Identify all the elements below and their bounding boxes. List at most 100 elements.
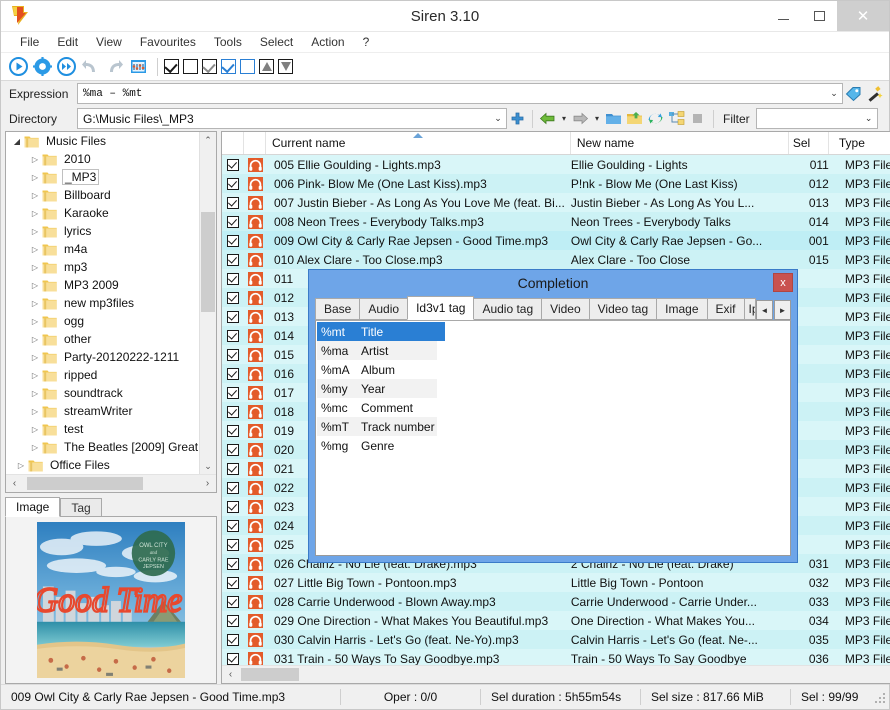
row-checkbox[interactable] <box>222 158 244 171</box>
dialog-tab-video[interactable]: Video <box>541 298 590 320</box>
chevron-down-icon[interactable]: ◢ <box>10 137 24 146</box>
tree-node-the-beatles[interactable]: ▷ The Beatles [2009] Great <box>6 438 216 456</box>
file-list-hscroll-thumb[interactable] <box>241 668 299 681</box>
row-checkbox[interactable] <box>222 310 244 323</box>
file-list-hscroll-track[interactable] <box>239 667 890 682</box>
table-row[interactable]: 009 Owl City & Carly Rae Jepsen - Good T… <box>222 231 890 250</box>
chevron-right-icon[interactable]: ▷ <box>28 191 42 200</box>
row-checkbox[interactable] <box>222 386 244 399</box>
chevron-right-icon[interactable]: ▷ <box>28 335 42 344</box>
tree-node-ripped[interactable]: ▷ ripped <box>6 366 216 384</box>
chevron-right-icon[interactable]: ▷ <box>28 281 42 290</box>
back-dropdown-icon[interactable]: ▾ <box>559 109 569 128</box>
menu-favourites[interactable]: Favourites <box>131 33 205 51</box>
row-checkbox[interactable] <box>222 538 244 551</box>
parent-folder-icon[interactable] <box>625 109 644 128</box>
chevron-right-icon[interactable]: ▷ <box>14 461 28 470</box>
filter-dropdown-arrow[interactable]: ⌄ <box>861 113 877 124</box>
chevron-right-icon[interactable]: ▷ <box>28 173 42 182</box>
check-selected-icon[interactable] <box>221 59 236 74</box>
row-checkbox[interactable] <box>222 576 244 589</box>
row-checkbox[interactable] <box>222 291 244 304</box>
chevron-right-icon[interactable]: ▷ <box>28 155 42 164</box>
row-checkbox[interactable] <box>222 500 244 513</box>
refresh-icon[interactable] <box>646 109 665 128</box>
tree-node-test[interactable]: ▷ test <box>6 420 216 438</box>
menu-select[interactable]: Select <box>251 33 302 51</box>
magic-wand-icon[interactable] <box>865 84 884 103</box>
directory-input[interactable]: G:\Music Files\_MP3 ⌄ <box>77 108 507 129</box>
header-new-name[interactable]: New name <box>571 132 789 154</box>
table-row[interactable]: 006 Pink- Blow Me (One Last Kiss).mp3 P!n… <box>222 174 890 193</box>
table-row[interactable]: 027 Little Big Town - Pontoon.mp3 Little … <box>222 573 890 592</box>
fast-forward-icon[interactable] <box>55 56 77 78</box>
header-icon-column[interactable] <box>244 132 266 154</box>
chevron-right-icon[interactable]: ▷ <box>28 245 42 254</box>
menu-view[interactable]: View <box>87 33 131 51</box>
header-current-name[interactable]: Current name <box>266 132 571 154</box>
dialog-tab-next-icon[interactable]: ► <box>774 300 791 320</box>
invert-selection-icon[interactable] <box>202 59 217 74</box>
directory-dropdown-arrow[interactable]: ⌄ <box>490 113 506 124</box>
select-all-icon[interactable] <box>164 59 179 74</box>
row-checkbox[interactable] <box>222 329 244 342</box>
tree-node-other[interactable]: ▷ other <box>6 330 216 348</box>
tag-icon[interactable] <box>844 84 863 103</box>
expression-dropdown-arrow[interactable]: ⌄ <box>826 88 842 99</box>
forward-icon[interactable] <box>571 109 590 128</box>
row-checkbox[interactable] <box>222 462 244 475</box>
tree-node-karaoke[interactable]: ▷ Karaoke <box>6 204 216 222</box>
move-down-icon[interactable] <box>278 59 293 74</box>
tree-node-soundtrack[interactable]: ▷ soundtrack <box>6 384 216 402</box>
completion-item-album[interactable]: %mA Album <box>317 360 437 379</box>
chevron-right-icon[interactable]: ▷ <box>28 407 42 416</box>
tree-node-mp3[interactable]: ▷ mp3 <box>6 258 216 276</box>
run-icon[interactable] <box>7 56 29 78</box>
dialog-tab-audio[interactable]: Audio <box>359 298 409 320</box>
tree-horizontal-scrollbar[interactable]: ‹ › <box>6 474 216 492</box>
tree-node-lyrics[interactable]: ▷ lyrics <box>6 222 216 240</box>
tab-tag[interactable]: Tag <box>60 498 102 517</box>
file-list-hscroll-left-button[interactable]: ‹ <box>222 669 239 680</box>
completion-item-year[interactable]: %my Year <box>317 379 437 398</box>
maximize-button[interactable] <box>801 1 837 31</box>
tree-hscroll-left-button[interactable]: ‹ <box>6 478 23 489</box>
row-checkbox[interactable] <box>222 253 244 266</box>
table-row[interactable]: 008 Neon Trees - Everybody Talks.mp3 Neon… <box>222 212 890 231</box>
tree-node-m4a[interactable]: ▷ m4a <box>6 240 216 258</box>
tree-scroll-up-button[interactable]: ⌃ <box>200 132 216 148</box>
table-row[interactable]: 028 Carrie Underwood - Blown Away.mp3 Car… <box>222 592 890 611</box>
row-checkbox[interactable] <box>222 215 244 228</box>
dialog-tab-image[interactable]: Image <box>656 298 708 320</box>
menu-file[interactable]: File <box>11 33 48 51</box>
dialog-tab-video-tag[interactable]: Video tag <box>588 298 658 320</box>
chevron-right-icon[interactable]: ▷ <box>28 209 42 218</box>
completion-item-comment[interactable]: %mc Comment <box>317 398 437 417</box>
minimize-button[interactable] <box>765 1 801 31</box>
tree-hscroll-thumb[interactable] <box>27 477 143 490</box>
menu-tools[interactable]: Tools <box>205 33 251 51</box>
file-list-horizontal-scrollbar[interactable]: ‹ › <box>222 665 890 683</box>
menu-edit[interactable]: Edit <box>48 33 87 51</box>
dialog-tab-exif[interactable]: Exif <box>706 298 745 320</box>
tree-hscroll-track[interactable] <box>23 476 199 491</box>
row-checkbox[interactable] <box>222 633 244 646</box>
tree-scroll-down-button[interactable]: ⌄ <box>200 458 216 474</box>
tree-node-ogg[interactable]: ▷ ogg <box>6 312 216 330</box>
completion-item-genre[interactable]: %mg Genre <box>317 436 437 455</box>
chevron-right-icon[interactable]: ▷ <box>28 371 42 380</box>
dialog-tab-prev-icon[interactable]: ◄ <box>756 300 773 320</box>
chevron-right-icon[interactable]: ▷ <box>28 443 42 452</box>
header-checkbox-column[interactable] <box>222 132 244 154</box>
chevron-right-icon[interactable]: ▷ <box>28 317 42 326</box>
dialog-tab-id3v1-tag[interactable]: Id3v1 tag <box>407 296 475 320</box>
tab-image[interactable]: Image <box>5 497 61 517</box>
tree-scroll-thumb[interactable] <box>201 212 215 312</box>
completion-item-artist[interactable]: %ma Artist <box>317 341 437 360</box>
tree-hscroll-right-button[interactable]: › <box>199 478 216 489</box>
header-sel[interactable]: Sel <box>789 132 829 154</box>
table-row[interactable]: 005 Ellie Goulding - Lights.mp3 Ellie Gou… <box>222 155 890 174</box>
back-icon[interactable] <box>538 109 557 128</box>
tree-node-2010[interactable]: ▷ 2010 <box>6 150 216 168</box>
tree-node-party[interactable]: ▷ Party-20120222-1211 <box>6 348 216 366</box>
